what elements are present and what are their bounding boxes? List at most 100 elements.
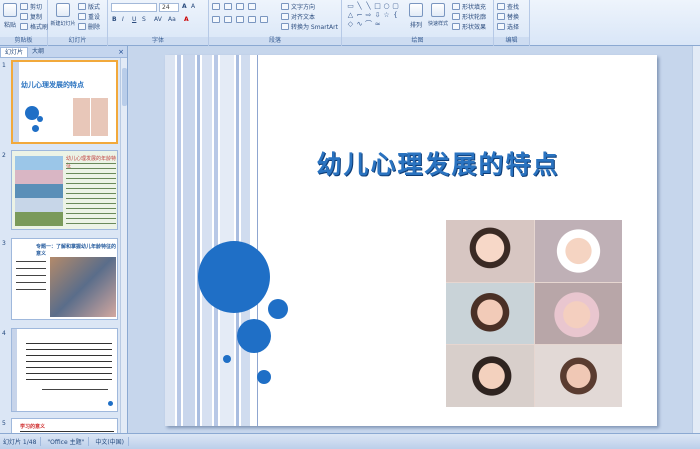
- scroll-thumb[interactable]: [122, 68, 127, 106]
- star-shape-icon[interactable]: ☆: [382, 11, 391, 19]
- shape-effects-button[interactable]: 形状效果: [452, 22, 486, 31]
- deco-circle-medium: [237, 319, 271, 353]
- thumb-text-lines: [66, 163, 116, 225]
- justify-icon: [248, 16, 256, 23]
- thumbnail-1[interactable]: 幼儿心理发展的特点: [11, 60, 118, 144]
- justify-button[interactable]: [248, 16, 256, 23]
- grow-font-button[interactable]: A: [182, 3, 187, 10]
- line-shape-icon[interactable]: ╲: [355, 2, 364, 10]
- reset-button[interactable]: 重设: [78, 12, 100, 21]
- select-button[interactable]: 选择: [497, 22, 519, 31]
- thumb-stripe: [13, 62, 19, 142]
- paragraph-group: 文字方向 对齐文本 转换为 SmartArt 段落: [209, 0, 342, 46]
- align-text-button[interactable]: 对齐文本: [281, 12, 315, 21]
- arc-shape-icon[interactable]: ⌒: [364, 20, 373, 28]
- cut-button[interactable]: 剪切: [20, 2, 42, 11]
- numbering-icon: [224, 3, 232, 10]
- numbering-button[interactable]: [224, 3, 232, 10]
- child-photo: [446, 345, 534, 407]
- smartart-button[interactable]: 转换为 SmartArt: [281, 22, 338, 31]
- font-size-combo[interactable]: 24: [159, 3, 179, 12]
- ribbon: 粘贴 剪切 复制 格式刷 剪贴板 新建幻灯片 版式 重设 删除 幻灯片 24 A…: [0, 0, 700, 46]
- deco-circle-small: [257, 370, 271, 384]
- thumbnail-3[interactable]: 专题一：了解和掌握幼儿年龄特征的意义: [11, 238, 118, 320]
- bold-button[interactable]: B: [112, 16, 117, 23]
- decrease-indent-button[interactable]: [236, 3, 244, 10]
- thumbnail-number: 2: [2, 152, 6, 159]
- select-icon: [497, 23, 505, 30]
- thumbnail-number: 5: [2, 420, 6, 427]
- arrow-right-shape-icon[interactable]: ⇨: [364, 11, 373, 19]
- text-direction-button[interactable]: 文字方向: [281, 2, 315, 11]
- line2-shape-icon[interactable]: ╲: [364, 2, 373, 10]
- layout-button[interactable]: 版式: [78, 2, 100, 11]
- thumbnail-number: 4: [2, 330, 6, 337]
- replace-icon: [497, 13, 505, 20]
- children-photo-collage[interactable]: [446, 220, 622, 407]
- child-photo: [534, 282, 622, 345]
- font-group: 24 A A B I U S AV Aa A 字体: [108, 0, 209, 46]
- font-color-button[interactable]: A: [184, 16, 189, 23]
- arrow-down-shape-icon[interactable]: ⇩: [373, 11, 382, 19]
- thumbnail-scrollbar[interactable]: [120, 58, 127, 433]
- curve-shape-icon[interactable]: ∿: [355, 20, 364, 28]
- new-slide-button[interactable]: 新建幻灯片: [51, 3, 76, 27]
- align-center-button[interactable]: [224, 16, 232, 23]
- status-bar: 幻灯片 1/48 "Office 主题" 中文(中国): [0, 433, 700, 449]
- language-indicator[interactable]: 中文(中国): [95, 437, 130, 446]
- shape-outline-button[interactable]: 形状轮廓: [452, 12, 486, 21]
- replace-button[interactable]: 替换: [497, 12, 519, 21]
- tab-outline[interactable]: 大纲: [28, 47, 48, 57]
- callout-shape-icon[interactable]: ◇: [346, 20, 355, 28]
- thumbnail-number: 1: [2, 62, 6, 69]
- thumbnail-4[interactable]: [11, 328, 118, 412]
- shape-fill-button[interactable]: 形状填充: [452, 2, 486, 11]
- editor-scrollbar[interactable]: [692, 46, 700, 433]
- copy-icon: [20, 13, 28, 20]
- delete-icon: [78, 23, 86, 30]
- align-right-button[interactable]: [236, 16, 244, 23]
- find-button[interactable]: 查找: [497, 2, 519, 11]
- strike-button[interactable]: S: [142, 16, 146, 23]
- quick-styles-button[interactable]: 快速样式: [428, 3, 448, 27]
- brace-shape-icon[interactable]: {: [391, 11, 400, 19]
- close-icon[interactable]: ×: [118, 48, 124, 56]
- rect-shape-icon[interactable]: □: [373, 2, 382, 10]
- underline-button[interactable]: U: [132, 16, 136, 23]
- textbox-shape-icon[interactable]: ▭: [346, 2, 355, 10]
- slide-title[interactable]: 幼儿心理发展的特点: [223, 145, 653, 181]
- format-painter-button[interactable]: 格式刷: [20, 22, 48, 31]
- char-spacing-button[interactable]: AV: [154, 16, 162, 23]
- paste-button[interactable]: 粘贴: [3, 3, 17, 29]
- scissors-icon: [20, 3, 28, 10]
- paste-icon: [3, 3, 17, 17]
- shrink-font-button[interactable]: A: [191, 3, 195, 10]
- copy-button[interactable]: 复制: [20, 12, 42, 21]
- panel-tabs: 幻灯片 大纲 ×: [0, 46, 127, 58]
- thumbnail-5[interactable]: 学习的意义: [11, 418, 118, 433]
- thumb-photos: [73, 98, 109, 136]
- freeform-shape-icon[interactable]: ≈: [373, 20, 382, 28]
- font-name-combo[interactable]: [111, 3, 157, 12]
- thumbnail-2[interactable]: 幼儿心理发展的年龄特征: [11, 150, 118, 230]
- deco-circle-small: [268, 299, 288, 319]
- bullets-button[interactable]: [212, 3, 220, 10]
- triangle-shape-icon[interactable]: △: [346, 11, 355, 19]
- arrange-button[interactable]: 排列: [408, 3, 424, 29]
- rounded-rect-shape-icon[interactable]: ▢: [391, 2, 400, 10]
- indent-left-icon: [236, 3, 244, 10]
- effects-icon: [452, 23, 460, 30]
- columns-button[interactable]: [260, 16, 268, 23]
- oval-shape-icon[interactable]: ○: [382, 2, 391, 10]
- italic-button[interactable]: I: [122, 16, 124, 23]
- align-left-button[interactable]: [212, 16, 220, 23]
- corner-shape-icon[interactable]: ⌐: [355, 11, 364, 19]
- change-case-button[interactable]: Aa: [168, 16, 176, 23]
- increase-indent-button[interactable]: [248, 3, 256, 10]
- thumb-circle: [37, 116, 43, 122]
- tab-slides[interactable]: 幻灯片: [0, 46, 29, 57]
- drawing-group: ▭ ╲ ╲ □ ○ ▢ △ ⌐ ⇨ ⇩ ☆ { ◇ ∿ ⌒ ≈ 排列 快速样式 …: [342, 0, 494, 46]
- current-slide[interactable]: 幼儿心理发展的特点: [165, 55, 657, 426]
- delete-slide-button[interactable]: 删除: [78, 22, 100, 31]
- indent-right-icon: [248, 3, 256, 10]
